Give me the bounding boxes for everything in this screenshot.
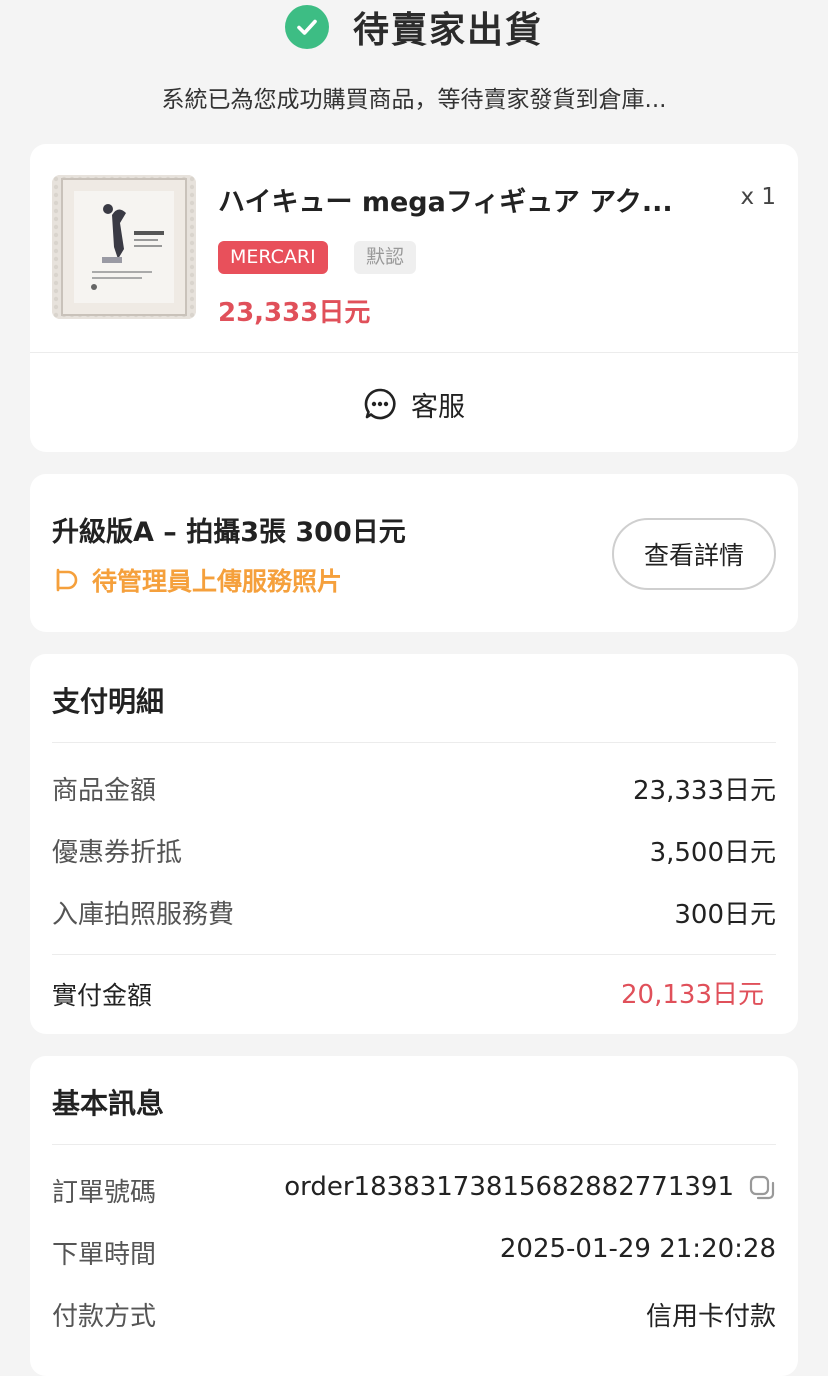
customer-service-button[interactable]: 客服 xyxy=(30,384,798,424)
payment-details-card: 支付明細 商品金額 23,333日元 優惠券折抵 3,500日元 入庫拍照服務費… xyxy=(30,654,798,1034)
order-number-label: 訂單號碼 xyxy=(52,1178,157,1208)
payment-section-title: 支付明細 xyxy=(52,685,165,718)
variant-tag: 默認 xyxy=(354,241,417,274)
customer-service-label: 客服 xyxy=(411,391,465,423)
payment-row-label: 優惠券折抵 xyxy=(52,838,183,868)
order-number-value: order183831738156828827713​91 xyxy=(284,1172,734,1202)
payment-row-label: 商品金額 xyxy=(52,776,157,806)
product-title[interactable]: ハイキュー megaフィギュア アク... xyxy=(218,180,708,219)
copy-icon[interactable] xyxy=(748,1174,778,1204)
payment-row-label: 入庫拍照服務費 xyxy=(52,900,235,930)
service-title: 升級版A – 拍攝3張 300日元 xyxy=(52,517,406,548)
status-description: 系統已為您成功購買商品，等待賣家發貨到倉庫... xyxy=(161,87,667,113)
divider xyxy=(30,352,798,353)
status-title: 待賣家出貨 xyxy=(352,10,543,51)
service-status-text: 待管理員上傳服務照片 xyxy=(92,567,343,596)
payment-row-value: 300日元 xyxy=(674,900,776,930)
divider xyxy=(52,1144,776,1145)
product-price: 23,333日元 xyxy=(218,298,371,328)
product-quantity: x 1 xyxy=(740,184,776,210)
product-card: ハイキュー megaフィギュア アク... x 1 MERCARI 默認 23,… xyxy=(30,144,798,452)
view-details-button[interactable]: 查看詳情 xyxy=(612,518,776,590)
info-section-title: 基本訊息 xyxy=(52,1087,165,1120)
payment-method-value: 信用卡付款 xyxy=(645,1302,776,1332)
chat-bubble-icon xyxy=(364,388,396,420)
payment-row-value: 3,500日元 xyxy=(649,838,776,868)
check-circle-icon xyxy=(284,5,329,49)
divider xyxy=(52,742,776,743)
divider xyxy=(52,954,776,955)
pending-status-icon xyxy=(56,568,78,592)
basic-info-card: 基本訊息 訂單號碼 order183831738156828827713​91 … xyxy=(30,1056,798,1376)
product-thumbnail[interactable] xyxy=(52,175,196,319)
payment-method-label: 付款方式 xyxy=(52,1302,157,1332)
status-title-row: 待賣家出貨 xyxy=(0,2,828,52)
order-time-value: 2025-01-29 21:20:28 xyxy=(499,1234,776,1264)
total-paid-label: 實付金額 xyxy=(52,981,153,1010)
order-time-label: 下單時間 xyxy=(52,1240,157,1270)
order-status-header: 待賣家出貨 系統已為您成功購買商品，等待賣家發貨到倉庫... xyxy=(0,0,828,140)
total-paid-value: 20,133日元 xyxy=(621,980,764,1010)
service-status: 待管理員上傳服務照片 xyxy=(52,564,342,596)
payment-row-value: 23,333日元 xyxy=(633,776,776,806)
platform-tag: MERCARI xyxy=(218,241,328,274)
service-card: 升級版A – 拍攝3張 300日元 待管理員上傳服務照片 查看詳情 xyxy=(30,474,798,632)
